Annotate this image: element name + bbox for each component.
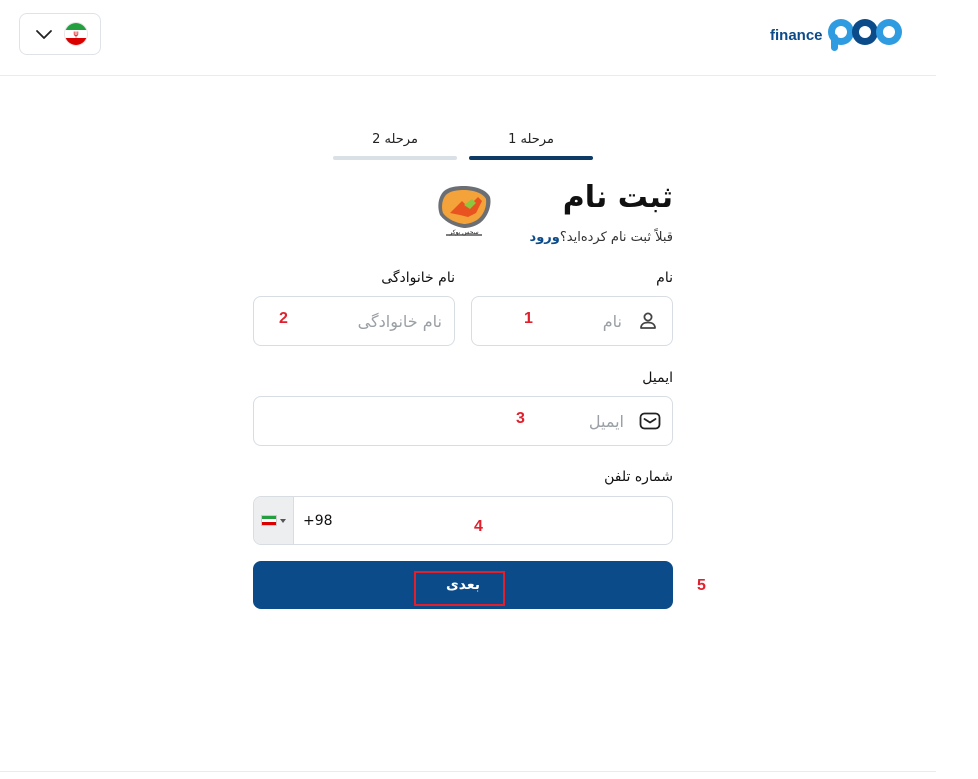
footer-divider (0, 771, 936, 772)
chevron-down-icon (36, 30, 52, 39)
annotation-2: 2 (279, 310, 288, 327)
app-logo[interactable]: finance (770, 16, 903, 52)
iran-flag-icon: ψ (64, 22, 88, 46)
step-2[interactable]: مرحله 2 (333, 130, 457, 160)
svg-text:سجس بوکر: سجس بوکر (448, 229, 478, 236)
step-2-label: مرحله 2 (372, 132, 418, 147)
step-1-label: مرحله 1 (508, 132, 554, 147)
login-link[interactable]: ورود (530, 230, 560, 245)
mail-icon (639, 412, 661, 430)
next-button[interactable]: بعدی (253, 561, 673, 609)
first-name-label: نام (656, 270, 673, 286)
step-2-bar (333, 156, 457, 160)
phone-label: شماره تلفن (604, 469, 673, 485)
opo-logo-icon (827, 19, 902, 51)
country-code-selector[interactable] (254, 497, 294, 544)
iran-flag-icon (261, 515, 277, 526)
login-prompt-text: قبلاً ثبت نام کرده‌اید؟ (559, 230, 673, 245)
dial-code: +98 (303, 512, 333, 529)
annotation-5: 5 (697, 577, 706, 594)
stepper: مرحله 2 مرحله 1 (333, 130, 593, 160)
page-title: ثبت نام (562, 180, 673, 215)
user-icon (640, 312, 656, 329)
language-selector[interactable]: ψ (19, 13, 101, 55)
email-field[interactable] (253, 396, 673, 446)
caret-down-icon (280, 518, 286, 523)
brand-badge-icon: سجس بوکر (438, 186, 491, 236)
login-prompt: قبلاً ثبت نام کرده‌اید؟ورود (530, 230, 673, 245)
step-1-bar (469, 156, 593, 160)
phone-field[interactable]: +98 (253, 496, 673, 545)
header: ψ finance (0, 0, 936, 76)
phone-input[interactable] (336, 512, 672, 529)
first-name-input[interactable] (472, 311, 622, 331)
annotation-1: 1 (524, 310, 533, 327)
email-label: ایمیل (642, 370, 673, 386)
last-name-label: نام خانوادگی (381, 270, 455, 286)
email-input[interactable] (254, 411, 624, 431)
step-1[interactable]: مرحله 1 (469, 130, 593, 160)
first-name-field[interactable] (471, 296, 673, 346)
logo-text: finance (770, 26, 823, 44)
annotation-4: 4 (474, 518, 483, 535)
annotation-3: 3 (516, 410, 525, 427)
